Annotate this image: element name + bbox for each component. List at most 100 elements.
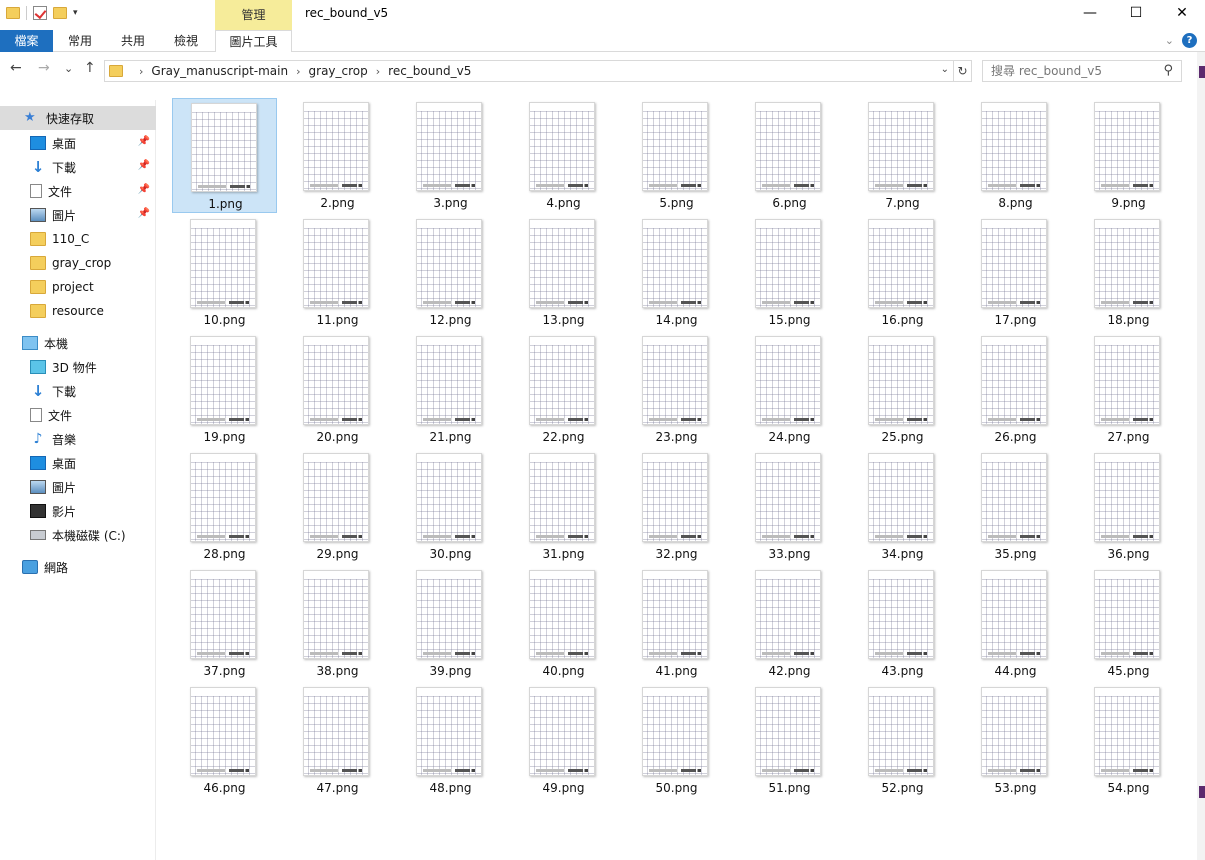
file-item[interactable]: 32.png <box>624 449 729 564</box>
tab-file[interactable]: 檔案 <box>0 30 53 52</box>
vertical-scrollbar[interactable] <box>1197 52 1205 860</box>
file-item[interactable]: 51.png <box>737 683 842 798</box>
sidebar-item-resource[interactable]: resource <box>0 299 156 323</box>
pin-icon[interactable]: 📌 <box>138 136 150 147</box>
pin-icon[interactable]: 📌 <box>138 184 150 195</box>
file-item[interactable]: 19.png <box>172 332 277 447</box>
file-item[interactable]: 26.png <box>963 332 1068 447</box>
sidebar-item-local-disk[interactable]: 本機磁碟 (C:) <box>0 523 156 547</box>
tab-picture-tools[interactable]: 圖片工具 <box>215 30 292 53</box>
search-input[interactable]: 搜尋 rec_bound_v5 ⚲ <box>982 60 1182 82</box>
sidebar-item-quick-access[interactable]: ★ 快速存取 <box>0 106 156 130</box>
file-item[interactable]: 27.png <box>1076 332 1181 447</box>
file-item[interactable]: 6.png <box>737 98 842 213</box>
expand-ribbon-icon[interactable]: ⌄ <box>1165 34 1174 47</box>
file-item[interactable]: 23.png <box>624 332 729 447</box>
customize-toolbar-icon[interactable]: ▾ <box>73 8 78 18</box>
file-item[interactable]: 8.png <box>963 98 1068 213</box>
maximize-button[interactable]: ☐ <box>1113 0 1159 28</box>
file-item[interactable]: 37.png <box>172 566 277 681</box>
close-button[interactable]: ✕ <box>1159 0 1205 28</box>
sidebar-item-project[interactable]: project <box>0 275 156 299</box>
sidebar-item-110-c[interactable]: 110_C <box>0 227 156 251</box>
file-item[interactable]: 22.png <box>511 332 616 447</box>
file-item[interactable]: 24.png <box>737 332 842 447</box>
file-item[interactable]: 42.png <box>737 566 842 681</box>
file-item[interactable]: 31.png <box>511 449 616 564</box>
sidebar-item-this-pc[interactable]: 本機 <box>0 331 156 355</box>
file-item[interactable]: 44.png <box>963 566 1068 681</box>
sidebar-item-music[interactable]: ♪ 音樂 <box>0 427 156 451</box>
file-item[interactable]: 4.png <box>511 98 616 213</box>
file-item[interactable]: 25.png <box>850 332 955 447</box>
file-item[interactable]: 29.png <box>285 449 390 564</box>
file-item[interactable]: 43.png <box>850 566 955 681</box>
file-item[interactable]: 11.png <box>285 215 390 330</box>
file-item[interactable]: 34.png <box>850 449 955 564</box>
file-item[interactable]: 28.png <box>172 449 277 564</box>
sidebar-item-pictures-pc[interactable]: 圖片 <box>0 475 156 499</box>
refresh-icon[interactable]: ↻ <box>954 60 972 82</box>
file-item[interactable]: 46.png <box>172 683 277 798</box>
file-item[interactable]: 2.png <box>285 98 390 213</box>
minimize-button[interactable]: — <box>1067 0 1113 28</box>
file-item[interactable]: 48.png <box>398 683 503 798</box>
file-item[interactable]: 1.png <box>172 98 277 213</box>
file-item[interactable]: 7.png <box>850 98 955 213</box>
properties-icon[interactable] <box>33 6 47 20</box>
file-item[interactable]: 13.png <box>511 215 616 330</box>
sidebar-item-documents[interactable]: 文件 📌 <box>0 179 156 203</box>
sidebar-item-pictures[interactable]: 圖片 📌 <box>0 203 156 227</box>
help-icon[interactable]: ? <box>1182 33 1197 48</box>
tab-view[interactable]: 檢視 <box>166 30 206 52</box>
sidebar-item-desktop[interactable]: 桌面 📌 <box>0 131 156 155</box>
chevron-right-icon[interactable]: › <box>139 65 143 78</box>
file-item[interactable]: 12.png <box>398 215 503 330</box>
file-item[interactable]: 50.png <box>624 683 729 798</box>
file-item[interactable]: 47.png <box>285 683 390 798</box>
file-item[interactable]: 16.png <box>850 215 955 330</box>
breadcrumb-item[interactable]: Gray_manuscript-main <box>151 64 288 78</box>
sidebar-item-videos[interactable]: 影片 <box>0 499 156 523</box>
tab-share[interactable]: 共用 <box>113 30 153 52</box>
file-item[interactable]: 17.png <box>963 215 1068 330</box>
sidebar-item-desktop-pc[interactable]: 桌面 <box>0 451 156 475</box>
address-bar[interactable]: › Gray_manuscript-main › gray_crop › rec… <box>104 60 954 82</box>
back-arrow-icon[interactable]: ← <box>10 60 22 76</box>
new-folder-icon[interactable] <box>53 7 67 19</box>
file-item[interactable]: 54.png <box>1076 683 1181 798</box>
chevron-right-icon[interactable]: › <box>376 65 380 78</box>
manage-context-tab[interactable]: 管理 <box>215 0 292 30</box>
breadcrumb-item[interactable]: rec_bound_v5 <box>388 64 471 78</box>
up-arrow-icon[interactable]: ↑ <box>84 60 96 76</box>
file-item[interactable]: 5.png <box>624 98 729 213</box>
file-item[interactable]: 15.png <box>737 215 842 330</box>
file-item[interactable]: 9.png <box>1076 98 1181 213</box>
file-item[interactable]: 53.png <box>963 683 1068 798</box>
file-item[interactable]: 3.png <box>398 98 503 213</box>
pin-icon[interactable]: 📌 <box>138 160 150 171</box>
address-dropdown-icon[interactable]: ⌄ <box>941 64 949 75</box>
file-item[interactable]: 30.png <box>398 449 503 564</box>
file-item[interactable]: 33.png <box>737 449 842 564</box>
pin-icon[interactable]: 📌 <box>138 208 150 219</box>
file-item[interactable]: 14.png <box>624 215 729 330</box>
file-item[interactable]: 52.png <box>850 683 955 798</box>
sidebar-item-gray-crop[interactable]: gray_crop <box>0 251 156 275</box>
file-item[interactable]: 38.png <box>285 566 390 681</box>
recent-locations-icon[interactable]: ⌄ <box>64 62 73 75</box>
chevron-right-icon[interactable]: › <box>296 65 300 78</box>
sidebar-item-3d-objects[interactable]: 3D 物件 <box>0 355 156 379</box>
file-item[interactable]: 41.png <box>624 566 729 681</box>
file-item[interactable]: 20.png <box>285 332 390 447</box>
file-item[interactable]: 36.png <box>1076 449 1181 564</box>
breadcrumb-item[interactable]: gray_crop <box>309 64 368 78</box>
file-item[interactable]: 35.png <box>963 449 1068 564</box>
file-item[interactable]: 39.png <box>398 566 503 681</box>
sidebar-item-network[interactable]: 網路 <box>0 555 156 579</box>
sidebar-item-documents-pc[interactable]: 文件 <box>0 403 156 427</box>
sidebar-item-downloads-pc[interactable]: ↓ 下載 <box>0 379 156 403</box>
file-item[interactable]: 40.png <box>511 566 616 681</box>
forward-arrow-icon[interactable]: → <box>38 60 50 76</box>
file-item[interactable]: 49.png <box>511 683 616 798</box>
